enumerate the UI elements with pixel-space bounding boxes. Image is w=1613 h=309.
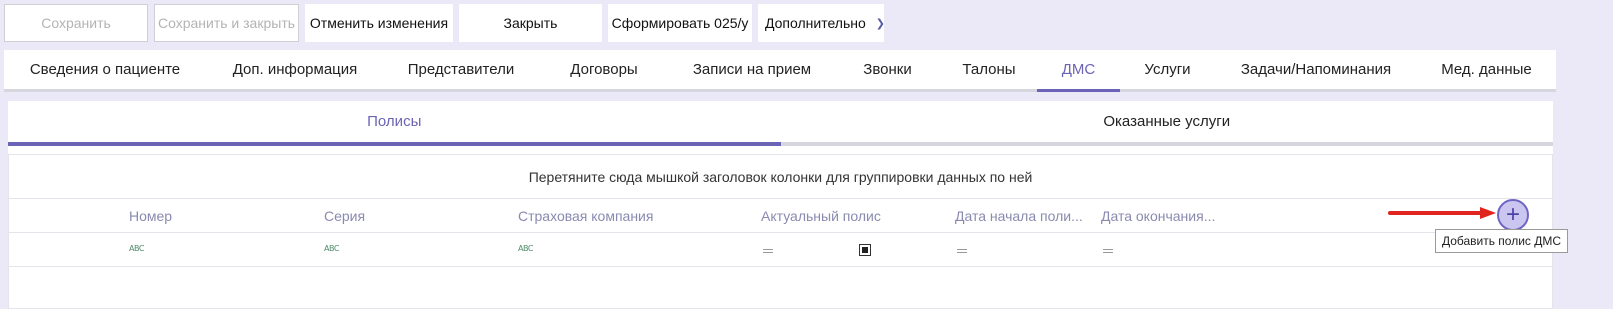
grid-filter-row: ABC ABC ABC (9, 233, 1552, 267)
more-dropdown[interactable]: Дополнительно ❯ (758, 4, 885, 42)
more-dropdown-label: Дополнительно (765, 15, 866, 31)
form-025-button[interactable]: Сформировать 025/у (608, 4, 752, 42)
save-button[interactable]: Сохранить (4, 4, 148, 42)
tab-appointments[interactable]: Записи на прием (670, 50, 834, 89)
cancel-changes-button[interactable]: Отменить изменения (305, 4, 453, 42)
column-header-series[interactable]: Серия (324, 208, 504, 224)
text-filter-icon[interactable]: ABC (129, 244, 144, 253)
actual-policy-filter-checkbox[interactable] (859, 244, 871, 256)
column-header-number[interactable]: Номер (129, 208, 309, 224)
tab-tickets[interactable]: Талоны (941, 50, 1037, 89)
equals-filter-icon[interactable] (763, 249, 773, 253)
tab-patient-info[interactable]: Сведения о пациенте (4, 50, 206, 89)
tab-contracts[interactable]: Договоры (538, 50, 670, 89)
equals-filter-icon[interactable] (1103, 249, 1113, 253)
text-filter-icon[interactable]: ABC (324, 244, 339, 253)
tab-additional-info[interactable]: Доп. информация (206, 50, 384, 89)
column-header-start-date[interactable]: Дата начала поли... (955, 208, 1095, 224)
save-and-close-button[interactable]: Сохранить и закрыть (154, 4, 299, 42)
red-arrow-annotation (1388, 207, 1496, 219)
main-tabs: Сведения о пациенте Доп. информация Пред… (4, 50, 1556, 92)
tab-medical-data[interactable]: Мед. данные (1417, 50, 1556, 89)
tab-dms[interactable]: ДМС (1037, 50, 1120, 92)
text-filter-icon[interactable]: ABC (518, 244, 533, 253)
column-header-actual-policy[interactable]: Актуальный полис (761, 208, 946, 224)
tab-tasks[interactable]: Задачи/Напоминания (1215, 50, 1417, 89)
close-button[interactable]: Закрыть (459, 4, 602, 42)
group-by-hint: Перетяните сюда мышкой заголовок колонки… (528, 168, 1033, 185)
dms-panel: Полисы Оказанные услуги Перетяните сюда … (8, 101, 1553, 309)
add-policy-button[interactable]: + (1497, 199, 1529, 231)
tab-representatives[interactable]: Представители (384, 50, 538, 89)
tab-provided-services[interactable]: Оказанные услуги (781, 101, 1554, 142)
chevron-down-icon: ❯ (875, 17, 885, 30)
policies-grid: Перетяните сюда мышкой заголовок колонки… (8, 154, 1553, 309)
add-policy-tooltip: Добавить полис ДМС (1435, 229, 1568, 253)
sub-tabs: Полисы Оказанные услуги (8, 101, 1553, 146)
column-header-end-date[interactable]: Дата окончания... (1101, 208, 1241, 224)
column-header-insurance-company[interactable]: Страховая компания (518, 208, 748, 224)
grid-header-row: Номер Серия Страховая компания Актуальны… (9, 199, 1552, 233)
toolbar: Сохранить Сохранить и закрыть Отменить и… (4, 4, 885, 42)
group-by-panel[interactable]: Перетяните сюда мышкой заголовок колонки… (9, 155, 1552, 199)
tab-calls[interactable]: Звонки (834, 50, 941, 89)
tab-services[interactable]: Услуги (1120, 50, 1215, 89)
plus-icon: + (1505, 201, 1520, 228)
tab-policies[interactable]: Полисы (8, 101, 781, 146)
equals-filter-icon[interactable] (957, 249, 967, 253)
